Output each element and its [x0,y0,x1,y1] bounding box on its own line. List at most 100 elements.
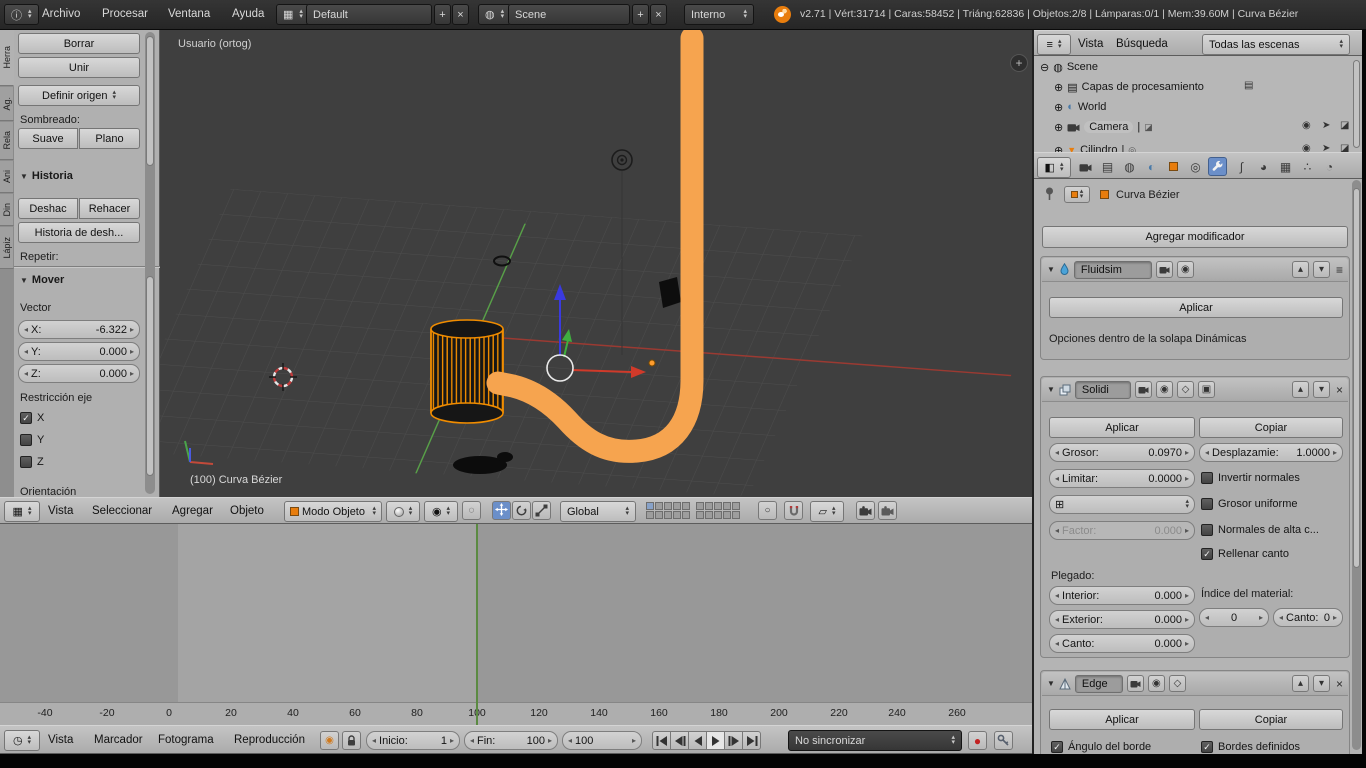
scene-icon-button[interactable]: ◍ ▴▾ [478,4,511,25]
solidify-panel-header[interactable]: ▼ Solidi ◉ ◇ ▣ ▴ ▾ × [1042,378,1348,402]
solidify-copy-button[interactable]: Copiar [1199,417,1343,438]
unir-button[interactable]: Unir [18,57,140,78]
viewport-toggle-button[interactable]: ◉ [1156,381,1173,398]
selectable-toggle-icon[interactable]: ➤ [1322,143,1330,152]
sync-dropdown[interactable]: No sincronizar ▴▾ [788,730,962,751]
jump-to-start-button[interactable] [652,731,671,750]
plano-button[interactable]: Plano [79,128,140,149]
menu-seleccionar[interactable]: Seleccionar [92,505,152,517]
camera-data-icon[interactable]: ◪ [1144,122,1153,133]
decrement-arrow-icon[interactable]: ◂ [24,369,28,378]
checkbox-icon[interactable]: ✓ [1201,548,1213,560]
increment-arrow-icon[interactable]: ▸ [1185,591,1189,600]
edgesplit-copy-button[interactable]: Copiar [1199,709,1343,730]
pin-icon[interactable] [1044,187,1055,201]
tab-animacion[interactable]: Ani [0,161,14,193]
add-scene-button[interactable]: + [632,4,649,25]
tab-object-data[interactable]: ∫ [1232,157,1251,176]
editmode-toggle-button[interactable]: ◇ [1177,381,1194,398]
outliner-row-scene[interactable]: ⊖ ◍ Scene [1040,57,1352,77]
delete-scene-button[interactable]: × [650,4,667,25]
increment-arrow-icon[interactable]: ▸ [1185,639,1189,648]
menu-vista[interactable]: Vista [48,505,73,517]
editor-type-outliner-button[interactable]: ≡ ▴▾ [1037,34,1071,55]
editor-type-timeline-button[interactable]: ◷ ▴▾ [4,730,40,751]
tab-physics[interactable]: ◔ [1320,157,1339,176]
menu-ventana[interactable]: Ventana [168,8,210,20]
blob-object-part[interactable] [497,452,513,462]
decrement-arrow-icon[interactable]: ◂ [568,736,572,745]
transform-orientation-dropdown[interactable]: Global ▴▾ [560,501,636,522]
mover-y-field[interactable]: ◂ Y: 0.000 ▸ [18,342,140,361]
checkbox-icon[interactable] [1201,498,1213,510]
tab-texture[interactable]: ▦ [1276,157,1295,176]
render-toggle-icon[interactable]: ◪ [1340,120,1349,131]
menu-objeto[interactable]: Objeto [230,505,264,517]
move-down-button[interactable]: ▾ [1313,261,1330,278]
checkbox-icon[interactable] [1201,524,1213,536]
edgesplit-apply-button[interactable]: Aplicar [1049,709,1195,730]
move-down-button[interactable]: ▾ [1313,675,1330,692]
tab-material[interactable]: ◕ [1254,157,1273,176]
normales-alta-calidad-checkbox[interactable]: Normales de alta c... [1201,524,1319,536]
move-up-button[interactable]: ▴ [1292,381,1309,398]
checkbox-icon[interactable] [20,456,32,468]
next-keyframe-button[interactable] [724,731,743,750]
decrement-arrow-icon[interactable]: ◂ [1055,639,1059,648]
modifier-name-field[interactable]: Solidi [1075,381,1131,399]
historia-panel-header[interactable]: ▼ Historia [20,170,73,182]
material-canto-field[interactable]: ◂ Canto: 0 ▸ [1273,608,1343,627]
expand-icon[interactable]: ⊕ [1054,121,1063,134]
viewport-toggle-button[interactable]: ◉ [1177,261,1194,278]
tab-render-layers[interactable]: ▤ [1098,157,1117,176]
outliner-scrollbar-thumb[interactable] [1353,60,1360,148]
scale-manipulator-button[interactable] [532,501,551,520]
limitar-field[interactable]: ◂ Limitar: 0.0000 ▸ [1049,469,1195,488]
increment-arrow-icon[interactable]: ▸ [130,325,134,334]
historial-deshacer-button[interactable]: Historia de desh... [18,222,140,243]
translate-manipulator-button[interactable] [492,501,511,520]
increment-arrow-icon[interactable]: ▸ [632,736,636,745]
axis-z-checkbox[interactable]: Z [20,456,44,468]
editor-type-3dview-button[interactable]: ▦ ▴▾ [4,501,40,522]
rehacer-button[interactable]: Rehacer [79,198,140,219]
expand-icon[interactable]: ⊕ [1054,144,1063,153]
tab-lapiz[interactable]: Lápiz [0,227,14,269]
decrement-arrow-icon[interactable]: ◂ [24,347,28,356]
lock-button[interactable] [342,731,361,750]
increment-arrow-icon[interactable]: ▸ [1333,613,1337,622]
menu-procesar[interactable]: Procesar [102,8,148,20]
rotate-manipulator-button[interactable] [512,501,531,520]
decrement-arrow-icon[interactable]: ◂ [1055,448,1059,457]
play-button[interactable] [706,731,725,750]
decrement-arrow-icon[interactable]: ◂ [1055,615,1059,624]
current-frame-field[interactable]: ◂ 100 ▸ [562,731,642,750]
editor-type-properties-button[interactable]: ◧ ▴▾ [1037,157,1071,178]
render-toggle-icon[interactable]: ◪ [1340,143,1349,152]
layer-buttons-group2[interactable] [696,502,740,519]
move-up-button[interactable]: ▴ [1292,675,1309,692]
properties-scrollbar-thumb[interactable] [1353,188,1360,568]
outliner-display-dropdown[interactable]: Todas las escenas ▴▾ [1202,34,1350,55]
deshacer-button[interactable]: Deshac [18,198,78,219]
increment-arrow-icon[interactable]: ▸ [130,347,134,356]
vertex-group-field[interactable]: ⊞ ▴▾ [1049,495,1195,514]
mode-dropdown[interactable]: Modo Objeto ▴▾ [284,501,382,522]
interior-field[interactable]: ◂ Interior: 0.000 ▸ [1049,586,1195,605]
viewport-canvas[interactable] [160,30,1032,497]
checkbox-icon[interactable] [1201,472,1213,484]
expand-icon[interactable]: ⊕ [1054,101,1063,114]
play-reverse-button[interactable] [688,731,707,750]
render-toggle-button[interactable] [1156,261,1173,278]
checkbox-icon[interactable] [20,434,32,446]
angulo-borde-checkbox[interactable]: ✓ Ángulo del borde [1051,741,1151,753]
menu-vista-timeline[interactable]: Vista [48,734,73,746]
tab-modifiers[interactable] [1208,157,1227,176]
increment-arrow-icon[interactable]: ▸ [1333,448,1337,457]
layer-buttons-group1[interactable] [646,502,690,519]
cage-toggle-button[interactable]: ▣ [1198,381,1215,398]
hide-toggle-eye-icon[interactable]: ◉ [1302,143,1311,152]
increment-arrow-icon[interactable]: ▸ [1185,474,1189,483]
tab-object[interactable] [1164,157,1183,176]
tab-relaciones[interactable]: Rela [0,122,14,160]
